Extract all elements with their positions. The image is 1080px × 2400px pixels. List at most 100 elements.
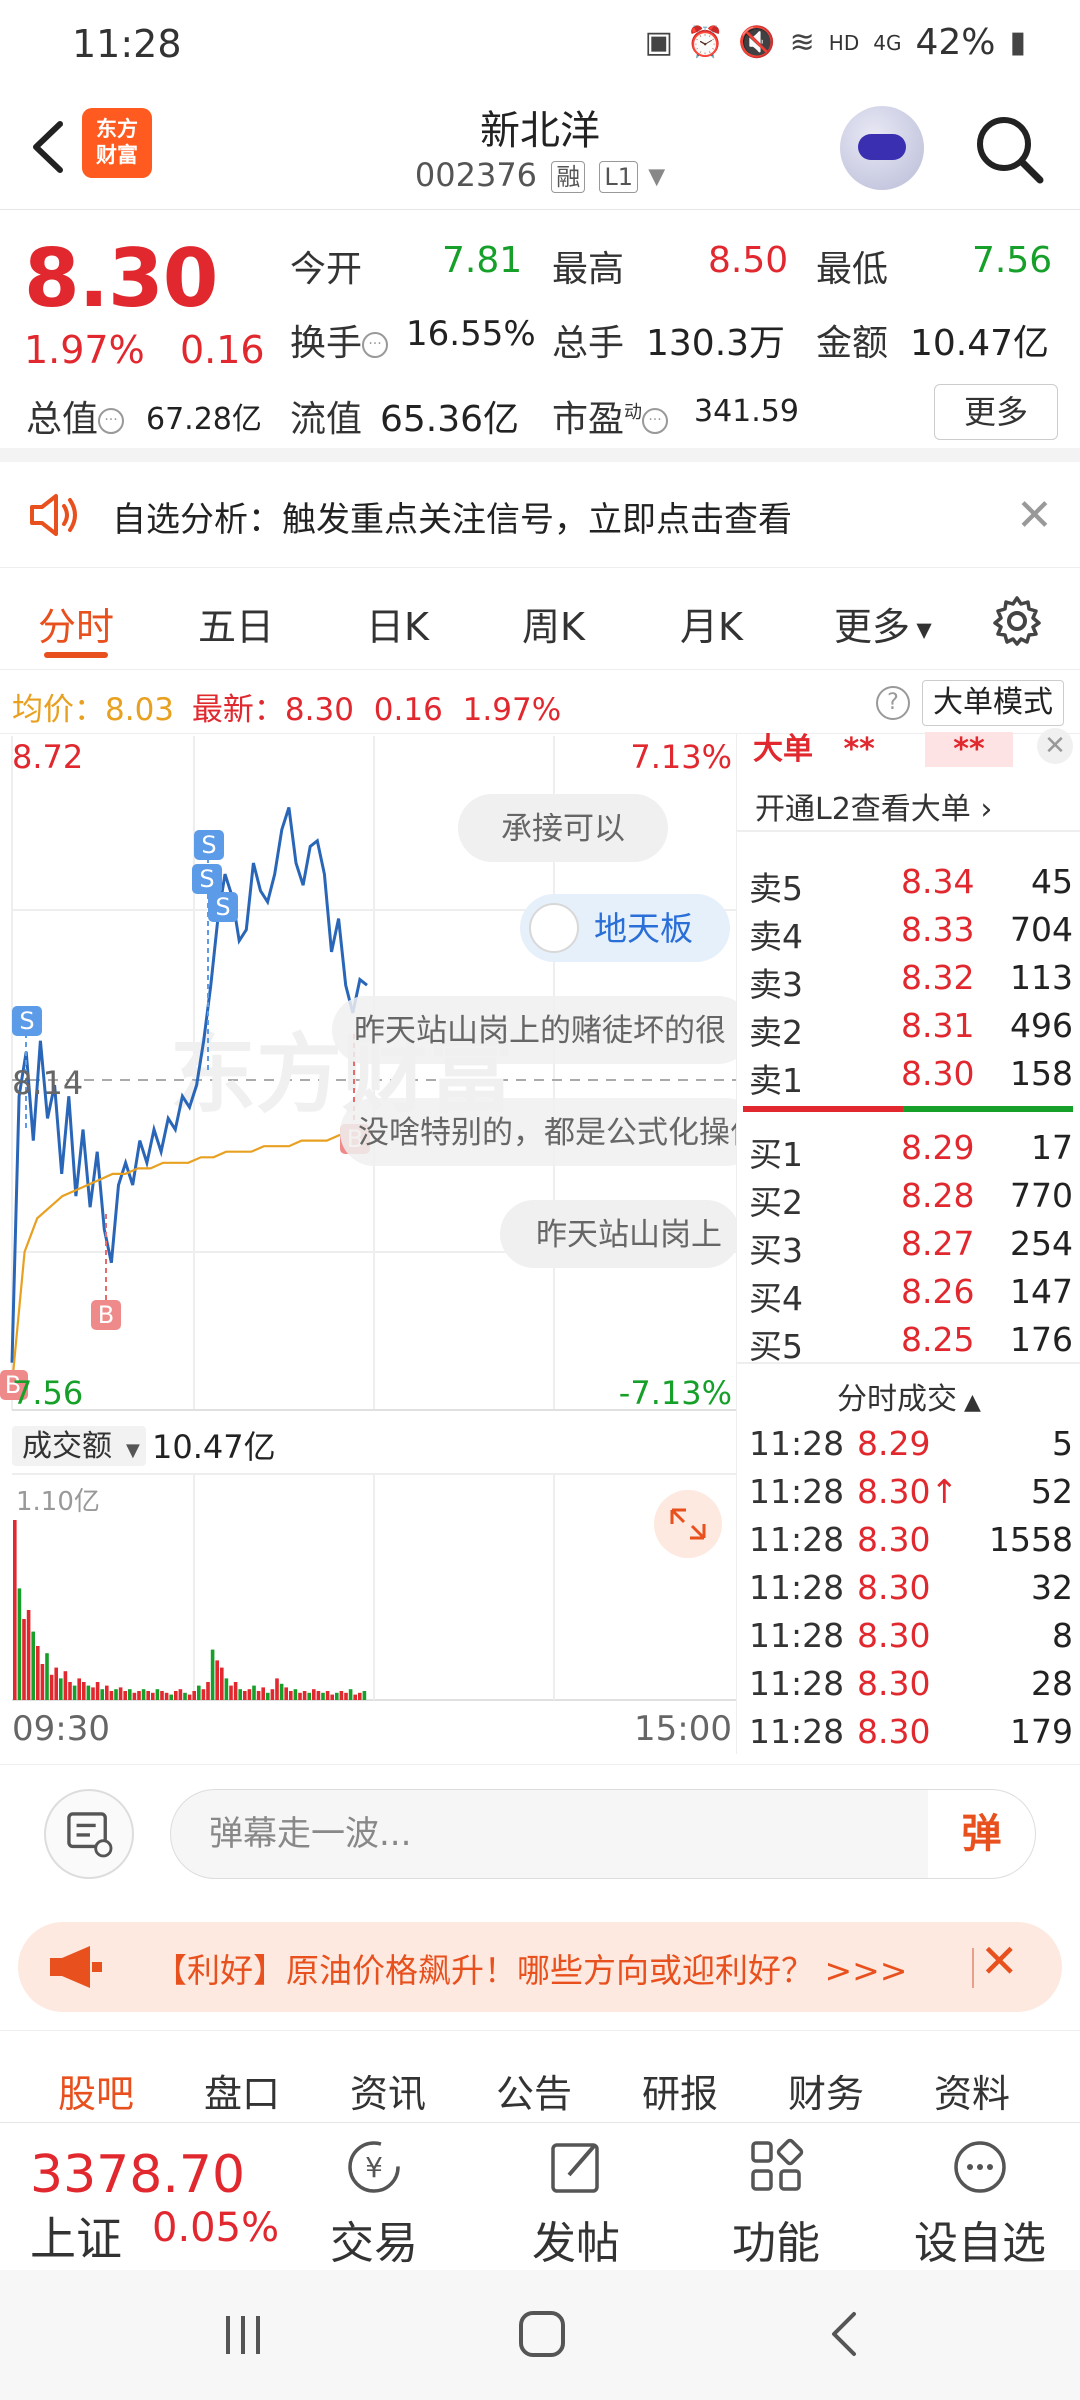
bid-row[interactable]: 买4 8.26 147 xyxy=(743,1272,1073,1320)
info-icon[interactable]: ··· xyxy=(642,408,669,434)
volume-bar xyxy=(233,1682,238,1700)
volume-bar xyxy=(54,1667,58,1700)
search-icon[interactable] xyxy=(970,110,1050,190)
bid-row[interactable]: 买2 8.28 770 xyxy=(743,1176,1073,1224)
volume-bar xyxy=(146,1691,150,1700)
pct-axis-high-label: 7.13% xyxy=(630,738,732,776)
chevron-down-icon: ▼ xyxy=(126,1440,140,1461)
tick-row[interactable]: 11:28 8.30 8 xyxy=(743,1616,1073,1664)
turnover-label[interactable]: 换手 ··· xyxy=(290,314,389,366)
intraday-chart[interactable]: 东方财富 S S S S B B B 8.72 8.14 7.56 7.13% … xyxy=(0,734,736,1414)
close-icon[interactable]: ✕ xyxy=(1016,490,1053,541)
close-icon[interactable]: ✕ xyxy=(1037,728,1073,764)
more-button[interactable]: 更多 xyxy=(934,384,1058,440)
tab-five-day[interactable]: 五日 xyxy=(198,596,274,651)
expand-button[interactable] xyxy=(654,1490,722,1558)
high-value: 8.50 xyxy=(708,240,789,281)
assistant-robot-avatar[interactable] xyxy=(840,106,924,190)
yuan-icon: ¥ xyxy=(348,2141,400,2193)
tick-row-price: 8.30 xyxy=(857,1616,931,1655)
tab-finance[interactable]: 财务 xyxy=(788,2063,864,2118)
post-button[interactable]: 发帖 xyxy=(496,2137,656,2271)
tick-row-volume: 28 xyxy=(1031,1664,1073,1703)
tick-row[interactable]: 11:28 8.30↑ 52 xyxy=(743,1472,1073,1520)
l2-upgrade-link[interactable]: 开通L2查看大单 › xyxy=(755,784,992,828)
danmu-input[interactable]: 弹幕走一波... xyxy=(170,1789,930,1879)
help-icon[interactable]: ? xyxy=(876,686,910,720)
tick-row[interactable]: 11:28 8.30 32 xyxy=(743,1568,1073,1616)
battery-icon: ▮ xyxy=(1009,25,1026,60)
trade-button[interactable]: ¥ 交易 xyxy=(294,2137,454,2271)
home-icon[interactable] xyxy=(516,2308,568,2360)
tick-row[interactable]: 11:28 8.30 1558 xyxy=(743,1520,1073,1568)
bid-row-label: 买1 xyxy=(749,1135,803,1174)
volume-bar xyxy=(40,1664,45,1700)
volume-bar xyxy=(335,1692,339,1700)
tick-row[interactable]: 11:28 8.29 5 xyxy=(743,1424,1073,1472)
volume-bar xyxy=(353,1694,357,1700)
news-banner[interactable]: 【利好】原油价格飙升！哪些方向或迎利好？ >>> ✕ xyxy=(18,1922,1062,2012)
tab-handicap[interactable]: 盘口 xyxy=(204,2063,280,2118)
recent-apps-icon[interactable] xyxy=(218,2310,268,2360)
mcap-label[interactable]: 总值 ··· xyxy=(26,390,125,442)
close-icon[interactable]: ✕ xyxy=(980,1934,1019,1988)
tab-news[interactable]: 资讯 xyxy=(350,2063,426,2118)
tab-monthly-k[interactable]: 月K xyxy=(680,596,743,651)
volume-bar xyxy=(192,1691,196,1700)
tab-daily-k[interactable]: 日K xyxy=(366,596,429,651)
volume-bar xyxy=(220,1667,224,1700)
bid-row[interactable]: 买1 8.29 17 xyxy=(743,1128,1073,1176)
info-icon[interactable]: ··· xyxy=(98,408,125,434)
tab-profile[interactable]: 资料 xyxy=(934,2063,1010,2118)
tab-weekly-k[interactable]: 周K xyxy=(522,596,585,651)
status-icons: ▣ ⏰ 🔇 ≋ HD 4G 42% ▮ xyxy=(645,22,1026,63)
change-percent: 1.97% xyxy=(24,328,145,372)
danmu-bubble[interactable]: 没啥特别的，都是公式化操作 xyxy=(340,1098,736,1166)
back-nav-icon[interactable] xyxy=(820,2308,870,2360)
danmu-settings-icon xyxy=(67,1812,113,1858)
big-order-mode-button[interactable]: 大单模式 xyxy=(922,680,1064,726)
tab-more[interactable]: 更多 ▼ xyxy=(834,596,932,651)
post-label: 发帖 xyxy=(532,2218,620,2269)
gear-icon[interactable] xyxy=(990,594,1044,648)
divider xyxy=(737,1362,1080,1364)
bid-row-label: 买4 xyxy=(749,1279,803,1318)
danmu-bubble[interactable]: 昨天站山岗上的赌徒坏的很 xyxy=(332,996,736,1064)
tab-guba[interactable]: 股吧 xyxy=(58,2063,134,2118)
danmu-send-button[interactable]: 弹 xyxy=(928,1789,1036,1879)
avg-label: 均价： xyxy=(12,692,105,728)
grid-icon xyxy=(751,2138,804,2191)
danmu-bar: 弹幕走一波... 弹 xyxy=(0,1764,1080,1904)
tab-intraday[interactable]: 分时 xyxy=(38,596,114,651)
ticks-title[interactable]: 分时成交 ▲ xyxy=(737,1374,1080,1418)
danmu-settings-button[interactable] xyxy=(44,1789,134,1879)
volume-bar xyxy=(49,1674,54,1700)
pe-label[interactable]: 市盈动 ··· xyxy=(552,390,669,442)
volume-bar xyxy=(151,1692,155,1700)
ask-row[interactable]: 卖4 8.33 704 xyxy=(743,910,1073,958)
chevron-down-icon[interactable]: ▼ xyxy=(648,165,665,190)
ask-row[interactable]: 卖3 8.32 113 xyxy=(743,958,1073,1006)
ask-row[interactable]: 卖5 8.34 45 xyxy=(743,862,1073,910)
notice-bar[interactable]: 自选分析：触发重点关注信号，立即点击查看 ✕ xyxy=(0,462,1080,568)
danmu-bubble-text: 地天板 xyxy=(594,909,693,948)
ask-row[interactable]: 卖1 8.30 158 xyxy=(743,1054,1073,1102)
tick-row[interactable]: 11:28 8.30 28 xyxy=(743,1664,1073,1712)
ask-row[interactable]: 卖2 8.31 496 xyxy=(743,1006,1073,1054)
volume-bar xyxy=(256,1691,261,1700)
tick-row[interactable]: 11:28 8.30 179 xyxy=(743,1712,1073,1760)
tab-announcements[interactable]: 公告 xyxy=(496,2063,572,2118)
danmu-bubble[interactable]: 昨天站山岗上 xyxy=(500,1200,736,1268)
volume-bar xyxy=(289,1691,293,1700)
bid-row[interactable]: 买5 8.25 176 xyxy=(743,1320,1073,1368)
info-icon[interactable]: ··· xyxy=(362,332,389,358)
functions-button[interactable]: 功能 xyxy=(696,2137,856,2271)
danmu-bubble[interactable]: 承接可以 xyxy=(458,794,668,862)
volume-bar xyxy=(109,1691,114,1700)
tab-research[interactable]: 研报 xyxy=(642,2063,718,2118)
danmu-bubble-highlight[interactable]: 地天板 xyxy=(520,894,730,962)
index-ticker[interactable]: 3378.70 上证 0.05% xyxy=(0,2123,310,2271)
add-watchlist-button[interactable]: 设自选 xyxy=(900,2137,1060,2271)
volume-chart[interactable]: 成交额 ▼ 10.47亿 1.10亿 09:30 15:00 xyxy=(0,1414,736,1754)
bid-row[interactable]: 买3 8.27 254 xyxy=(743,1224,1073,1272)
